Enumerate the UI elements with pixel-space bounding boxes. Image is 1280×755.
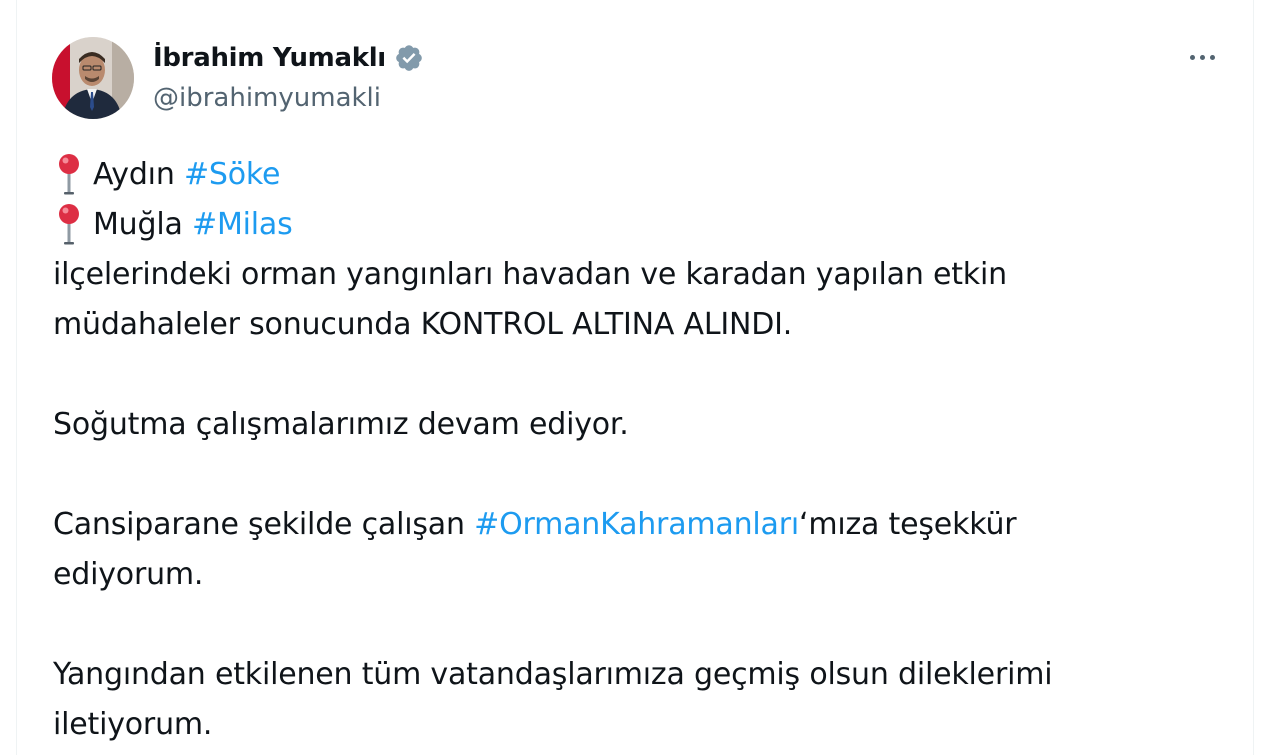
verified-badge-icon[interactable] bbox=[394, 43, 424, 73]
location-mugla: Muğla bbox=[93, 207, 183, 242]
round-pushpin-icon bbox=[59, 204, 79, 245]
avatar[interactable] bbox=[52, 37, 134, 119]
round-pushpin-icon bbox=[59, 154, 79, 195]
author-handle[interactable]: @ibrahimyumakli bbox=[153, 80, 381, 116]
tweet-card: İbrahim Yumaklı @ibrahimyumakli Aydın #S… bbox=[16, 0, 1254, 755]
hashtag-soke[interactable]: #Söke bbox=[184, 150, 280, 200]
hashtag-milas[interactable]: #Milas bbox=[192, 200, 293, 250]
tweet-text: Aydın #Söke Muğla #Milas ilçelerindeki o… bbox=[53, 150, 1243, 750]
tweet-line-location-2: Muğla #Milas bbox=[53, 200, 1243, 250]
tweet-paragraph-3-line-1: Cansiparane şekilde çalışan #OrmanKahram… bbox=[53, 500, 1243, 550]
tweet-paragraph-2: Soğutma çalışmalarımız devam ediyor. bbox=[53, 407, 629, 442]
author-display-name[interactable]: İbrahim Yumaklı bbox=[153, 40, 386, 76]
tweet-paragraph-4-line-2: iletiyorum. bbox=[53, 707, 213, 742]
thanks-suffix: ‘mıza teşekkür bbox=[799, 507, 1017, 542]
location-aydin: Aydın bbox=[93, 157, 175, 192]
more-options-icon[interactable] bbox=[1182, 42, 1222, 72]
tweet-line-location-1: Aydın #Söke bbox=[53, 150, 1243, 200]
thanks-prefix: Cansiparane şekilde çalışan bbox=[53, 507, 475, 542]
tweet-paragraph-4-line-1: Yangından etkilenen tüm vatandaşlarımıza… bbox=[53, 657, 1053, 692]
author-name-row: İbrahim Yumaklı bbox=[153, 40, 424, 76]
tweet-paragraph-3-line-2: ediyorum. bbox=[53, 557, 204, 592]
tweet-paragraph-1-line-1: ilçelerindeki orman yangınları havadan v… bbox=[53, 257, 1007, 292]
hashtag-orman-kahramanlari[interactable]: #OrmanKahramanları bbox=[474, 500, 799, 550]
tweet-paragraph-1-line-2: müdahaleler sonucunda KONTROL ALTINA ALI… bbox=[53, 307, 793, 342]
